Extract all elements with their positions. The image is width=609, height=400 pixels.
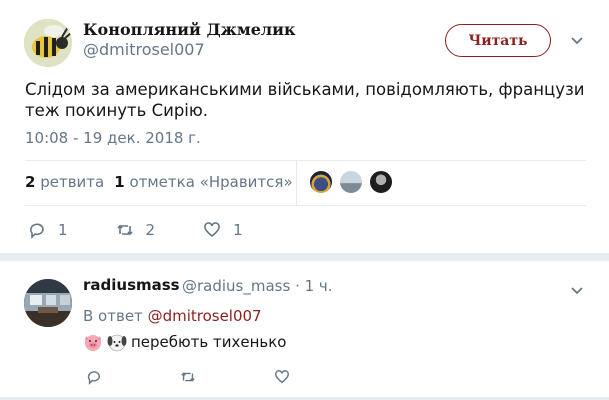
retweet-icon[interactable] bbox=[180, 369, 196, 385]
section-separator bbox=[0, 253, 609, 261]
reply-actions bbox=[86, 369, 290, 385]
in-reply-prefix: В ответ bbox=[83, 307, 143, 325]
retweets-label: ретвита bbox=[40, 173, 105, 191]
retweet-count: 2 bbox=[145, 221, 156, 239]
tweet-actions: 1 2 1 bbox=[25, 221, 243, 239]
reply-author-avatar[interactable] bbox=[24, 279, 72, 327]
divider bbox=[25, 160, 586, 161]
author-handle[interactable]: @dmitrosel007 bbox=[83, 40, 205, 59]
reply-tweet[interactable]: radiusmass @radius_mass · 1 ч. В ответ @… bbox=[0, 261, 609, 400]
liker-avatar[interactable] bbox=[309, 170, 333, 194]
retweets-count: 2 bbox=[25, 173, 36, 191]
author-display-name[interactable]: Конопляний Джмелик bbox=[83, 20, 296, 39]
pig-face-icon bbox=[85, 335, 101, 351]
reply-count: 1 bbox=[58, 221, 68, 239]
main-tweet: Конопляний Джмелик @dmitrosel007 Читать … bbox=[0, 0, 609, 253]
likers-avatars bbox=[309, 170, 393, 194]
reply-text-row: перебють тихенько bbox=[83, 332, 287, 352]
tweet-text: Слідом за американськими військами, пові… bbox=[25, 80, 585, 120]
stats-separator bbox=[296, 161, 297, 205]
reply-icon bbox=[30, 223, 44, 239]
reply-text: перебють тихенько bbox=[131, 333, 287, 351]
divider bbox=[25, 205, 586, 206]
follow-button[interactable]: Читать bbox=[445, 24, 551, 57]
heart-icon[interactable] bbox=[274, 369, 290, 385]
chevron-down-icon[interactable] bbox=[570, 33, 584, 47]
likes-label: отметка «Нравится» bbox=[129, 173, 293, 191]
likes-stat[interactable]: 1 отметка «Нравится» bbox=[114, 173, 292, 191]
reply-icon[interactable] bbox=[86, 369, 102, 385]
in-reply-to: В ответ @dmitrosel007 bbox=[83, 307, 262, 325]
bee-avatar-icon bbox=[24, 19, 72, 67]
tweet-stats: 2 ретвита 1 отметка «Нравится» bbox=[25, 173, 293, 191]
reply-display-name[interactable]: radiusmass bbox=[83, 276, 180, 294]
reply-action[interactable]: 1 bbox=[28, 221, 68, 239]
tweet-timestamp[interactable]: 10:08 - 19 дек. 2018 г. bbox=[25, 129, 201, 147]
heart-icon bbox=[204, 222, 220, 238]
room-photo-icon bbox=[24, 279, 72, 327]
chevron-down-icon[interactable] bbox=[570, 283, 584, 297]
author-avatar[interactable] bbox=[24, 19, 72, 67]
reply-handle-time[interactable]: @radius_mass · 1 ч. bbox=[182, 277, 333, 295]
retweet-icon bbox=[116, 224, 133, 236]
liker-avatar[interactable] bbox=[369, 170, 393, 194]
like-count: 1 bbox=[233, 221, 243, 239]
like-action[interactable]: 1 bbox=[203, 221, 243, 239]
in-reply-handle-link[interactable]: @dmitrosel007 bbox=[148, 307, 262, 325]
retweets-stat[interactable]: 2 ретвита bbox=[25, 173, 104, 191]
retweet-action[interactable]: 2 bbox=[116, 221, 156, 239]
dog-face-icon bbox=[107, 334, 127, 352]
likes-count: 1 bbox=[114, 173, 125, 191]
liker-avatar[interactable] bbox=[339, 170, 363, 194]
